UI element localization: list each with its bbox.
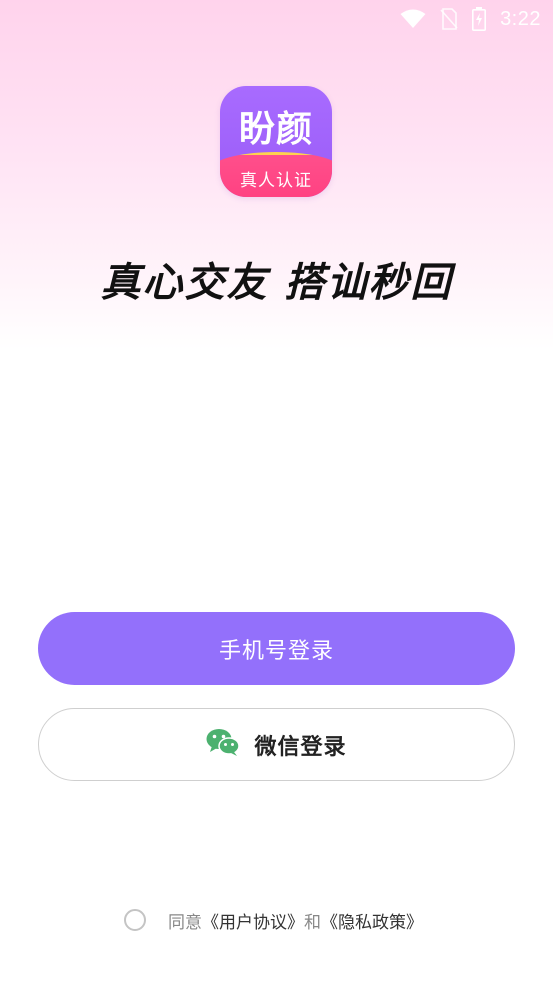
phone-login-label: 手机号登录 <box>218 638 334 664</box>
agreement-checkbox[interactable] <box>124 909 146 931</box>
logo-name: 盼颜 <box>238 109 313 150</box>
battery-charging-icon <box>472 7 487 31</box>
wechat-login-label: 微信登录 <box>254 734 347 760</box>
wifi-icon <box>400 9 426 29</box>
privacy-policy-link[interactable]: 《隐私政策》 <box>321 908 423 933</box>
status-bar: 3:22 <box>0 0 553 38</box>
status-time: 3:22 <box>500 7 541 30</box>
agreement-conjunction: 和 <box>304 912 321 933</box>
slogan: 真心交友 搭讪秒回 <box>100 260 453 306</box>
user-agreement-link[interactable]: 《用户协议》 <box>202 908 304 933</box>
phone-login-button[interactable]: 手机号登录 <box>38 612 515 685</box>
wechat-login-button[interactable]: 微信登录 <box>38 708 515 781</box>
agreement-row: 同意 《用户协议》 和 《隐私政策》 <box>124 906 423 934</box>
agreement-prefix: 同意 <box>168 912 202 933</box>
no-sim-icon <box>440 8 458 30</box>
wechat-icon <box>206 728 241 762</box>
app-logo: 盼颜 真人认证 <box>220 86 332 197</box>
logo-tag: 真人认证 <box>240 171 312 191</box>
